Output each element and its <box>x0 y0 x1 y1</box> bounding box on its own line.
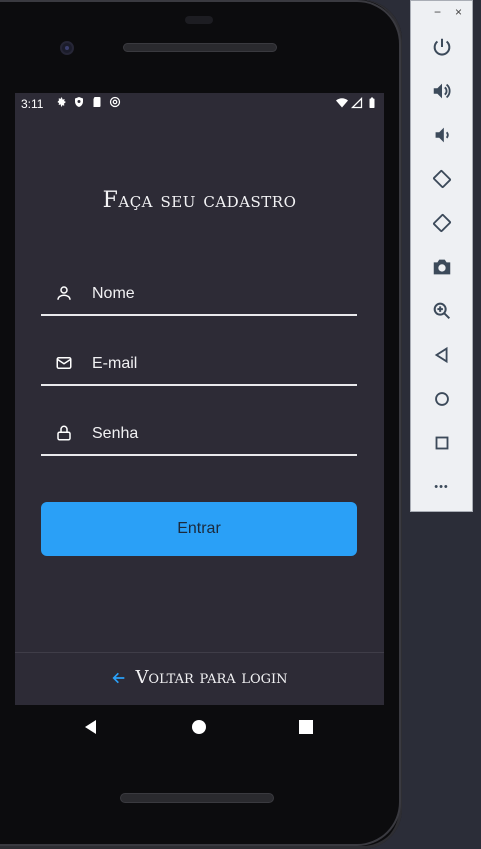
email-field-placeholder: E-mail <box>92 355 138 372</box>
rotate-left-icon <box>432 170 451 188</box>
front-camera <box>60 41 74 55</box>
overview-square-icon <box>435 436 448 450</box>
minimize-button[interactable]: − <box>434 5 441 19</box>
footer-divider <box>15 652 384 653</box>
back-triangle-icon <box>434 346 447 364</box>
app-screen: 3:11 Faça seu cadastro Nome E-mail Senha… <box>15 93 384 705</box>
name-field[interactable]: Nome <box>41 274 357 316</box>
volume-up-icon <box>433 83 450 99</box>
password-field[interactable]: Senha <box>41 414 357 456</box>
wifi-icon <box>336 98 348 108</box>
phone-frame: 3:11 Faça seu cadastro Nome E-mail Senha… <box>0 0 402 849</box>
home-button[interactable] <box>411 381 472 417</box>
battery-icon <box>369 97 375 108</box>
back-button[interactable] <box>411 337 472 373</box>
emulator-toolbar: − × ••• <box>410 0 473 512</box>
submit-button[interactable]: Entrar <box>41 502 357 556</box>
status-system-icons <box>336 97 378 109</box>
screenshot-button[interactable] <box>411 249 472 285</box>
top-speaker <box>185 16 213 24</box>
arrow-left-icon <box>112 672 125 683</box>
name-field-placeholder: Nome <box>92 285 135 302</box>
power-icon <box>433 38 450 56</box>
mail-icon <box>56 357 72 369</box>
at-sign-icon <box>109 96 121 108</box>
nav-recents-icon[interactable] <box>298 719 314 735</box>
more-icon: ••• <box>434 481 449 493</box>
camera-icon <box>433 259 450 275</box>
shield-icon <box>75 97 83 107</box>
lock-icon <box>57 425 71 441</box>
volume-up-button[interactable] <box>411 73 472 109</box>
signal-icon <box>351 97 363 109</box>
overview-button[interactable] <box>411 425 472 461</box>
page-title: Faça seu cadastro <box>102 188 297 213</box>
more-button[interactable]: ••• <box>411 469 472 505</box>
rotate-left-button[interactable] <box>411 161 472 197</box>
volume-down-icon <box>435 127 449 143</box>
android-nav-bar <box>15 705 384 750</box>
rotate-right-icon <box>432 214 451 232</box>
back-to-login-link[interactable]: Voltar para login <box>15 667 384 688</box>
zoom-icon <box>433 302 450 320</box>
password-field-placeholder: Senha <box>92 425 139 442</box>
status-bar: 3:11 <box>15 93 384 115</box>
email-field[interactable]: E-mail <box>41 344 357 386</box>
bottom-speaker-grille <box>120 793 274 803</box>
status-notification-icons <box>55 96 121 108</box>
nav-back-icon[interactable] <box>83 719 99 735</box>
submit-button-label: Entrar <box>177 520 221 537</box>
user-icon <box>57 286 71 300</box>
window-controls: − × <box>434 5 462 19</box>
earpiece-grille <box>123 43 277 52</box>
status-time: 3:11 <box>21 97 44 111</box>
back-to-login-label: Voltar para login <box>135 667 288 688</box>
rotate-right-button[interactable] <box>411 205 472 241</box>
power-button[interactable] <box>411 29 472 65</box>
home-circle-icon <box>434 392 449 406</box>
settings-icon <box>57 97 66 107</box>
zoom-button[interactable] <box>411 293 472 329</box>
close-button[interactable]: × <box>455 5 462 19</box>
sd-card-icon <box>93 97 101 107</box>
volume-down-button[interactable] <box>411 117 472 153</box>
nav-home-icon[interactable] <box>191 719 207 735</box>
